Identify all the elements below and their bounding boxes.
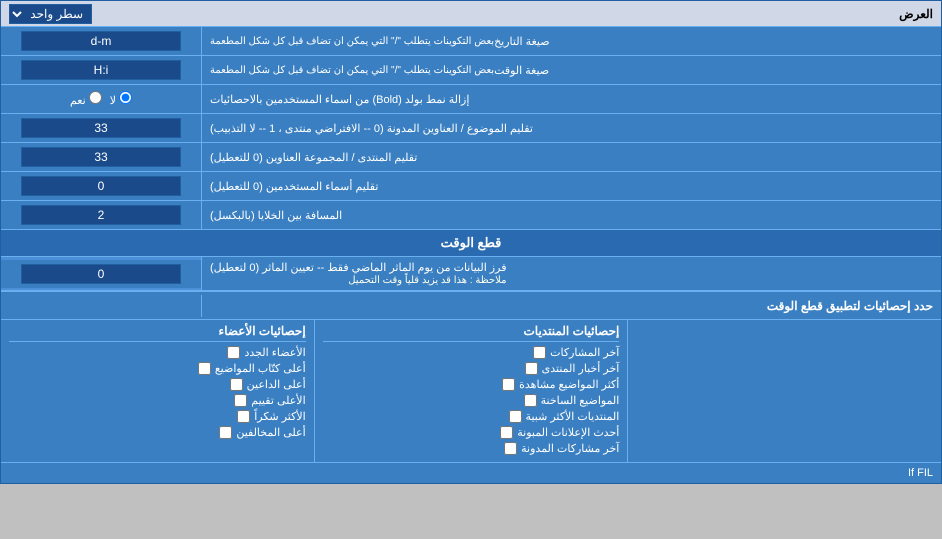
radio-no[interactable] — [119, 91, 132, 104]
bold-remove-label: إزالة نمط بولد (Bold) من اسماء المستخدمي… — [201, 85, 941, 113]
checkbox-member-4: الأعلى تقييم — [9, 394, 306, 407]
time-format-input[interactable] — [21, 60, 181, 80]
date-format-row: صيغة التاريخ بعض التكوينات يتطلب "/" الت… — [1, 27, 941, 56]
date-format-input-cell — [1, 27, 201, 55]
checkbox-forum-6[interactable] — [500, 426, 513, 439]
date-format-label: صيغة التاريخ بعض التكوينات يتطلب "/" الت… — [201, 27, 941, 55]
checkbox-m2[interactable] — [198, 362, 211, 375]
realtime-input-cell — [1, 260, 201, 288]
topic-order-input-cell — [1, 114, 201, 142]
cell-spacing-input[interactable] — [21, 205, 181, 225]
main-container: العرض سطر واحد صيغة التاريخ بعض التكوينا… — [0, 0, 942, 484]
checkbox-item-2: آخر أخبار المنتدى — [323, 362, 620, 375]
top-row: العرض سطر واحد — [1, 1, 941, 27]
topic-order-input[interactable] — [21, 118, 181, 138]
checkbox-forum-4[interactable] — [524, 394, 537, 407]
checkbox-forum-3[interactable] — [502, 378, 515, 391]
realtime-label: فرز البيانات من يوم الماثر الماضي فقط --… — [201, 257, 941, 290]
member-stats-col: إحصائيات الأعضاء الأعضاء الجدد أعلى كتّا… — [1, 320, 314, 462]
stats-apply-label: حدد إحصائيات لتطبيق قطع الوقت — [201, 295, 941, 317]
checkbox-item-5: المنتديات الأكثر شبية — [323, 410, 620, 423]
forum-order-row: تقليم المنتدى / المجموعة العناوين (0 للت… — [1, 143, 941, 172]
checkbox-member-2: أعلى كتّاب المواضيع — [9, 362, 306, 375]
realtime-input[interactable] — [21, 264, 181, 284]
checkbox-forum-2[interactable] — [525, 362, 538, 375]
time-format-row: صيغة الوقت بعض التكوينات يتطلب "/" التي … — [1, 56, 941, 85]
checkbox-grid: إحصائيات المنتديات آخر المشاركات آخر أخب… — [1, 319, 941, 462]
forum-stats-header: إحصائيات المنتديات — [323, 324, 620, 342]
checkbox-forum-1[interactable] — [533, 346, 546, 359]
checkbox-forum-7[interactable] — [504, 442, 517, 455]
bottom-note: If FIL — [1, 462, 941, 483]
topic-order-row: تقليم الموضوع / العناوين المدونة (0 -- ا… — [1, 114, 941, 143]
forum-order-input-cell — [1, 143, 201, 171]
radio-no-label: لا — [110, 91, 132, 107]
user-order-input-cell — [1, 172, 201, 200]
checkbox-item-7: آخر مشاركات المدونة — [323, 442, 620, 455]
left-section — [627, 320, 941, 462]
forum-order-input[interactable] — [21, 147, 181, 167]
checkbox-m5[interactable] — [237, 410, 250, 423]
checkbox-item-1: آخر المشاركات — [323, 346, 620, 359]
checkbox-member-3: أعلى الداعين — [9, 378, 306, 391]
checkbox-m4[interactable] — [234, 394, 247, 407]
checkbox-member-1: الأعضاء الجدد — [9, 346, 306, 359]
forum-order-label: تقليم المنتدى / المجموعة العناوين (0 للت… — [201, 143, 941, 171]
topic-order-label: تقليم الموضوع / العناوين المدونة (0 -- ا… — [201, 114, 941, 142]
checkbox-member-6: أعلى المخالفين — [9, 426, 306, 439]
checkbox-m3[interactable] — [230, 378, 243, 391]
stats-apply-row: حدد إحصائيات لتطبيق قطع الوقت — [1, 291, 941, 319]
member-stats-header: إحصائيات الأعضاء — [9, 324, 306, 342]
user-order-input[interactable] — [21, 176, 181, 196]
checkbox-m6[interactable] — [219, 426, 232, 439]
bold-remove-radio-cell: لا نعم — [1, 85, 201, 113]
checkbox-m1[interactable] — [227, 346, 240, 359]
checkbox-item-6: أحدث الإعلانات المبونة — [323, 426, 620, 439]
top-label: العرض — [899, 7, 933, 21]
radio-yes-label: نعم — [70, 91, 102, 107]
checkbox-item-4: المواضيع الساخنة — [323, 394, 620, 407]
realtime-section-header: قطع الوقت — [1, 230, 941, 257]
cell-spacing-row: المسافة بين الخلايا (بالبكسل) — [1, 201, 941, 230]
date-format-input[interactable] — [21, 31, 181, 51]
time-format-input-cell — [1, 56, 201, 84]
user-order-label: تقليم أسماء المستخدمين (0 للتعطيل) — [201, 172, 941, 200]
cell-spacing-label: المسافة بين الخلايا (بالبكسل) — [201, 201, 941, 229]
checkbox-forum-5[interactable] — [509, 410, 522, 423]
time-format-label: صيغة الوقت بعض التكوينات يتطلب "/" التي … — [201, 56, 941, 84]
checkbox-item-3: أكثر المواضيع مشاهدة — [323, 378, 620, 391]
user-order-row: تقليم أسماء المستخدمين (0 للتعطيل) — [1, 172, 941, 201]
forum-stats-col: إحصائيات المنتديات آخر المشاركات آخر أخب… — [314, 320, 628, 462]
bold-remove-row: إزالة نمط بولد (Bold) من اسماء المستخدمي… — [1, 85, 941, 114]
radio-yes[interactable] — [89, 91, 102, 104]
display-select[interactable]: سطر واحد — [9, 4, 92, 24]
cell-spacing-input-cell — [1, 201, 201, 229]
realtime-row: فرز البيانات من يوم الماثر الماضي فقط --… — [1, 257, 941, 291]
checkbox-member-5: الأكثر شكراً — [9, 410, 306, 423]
